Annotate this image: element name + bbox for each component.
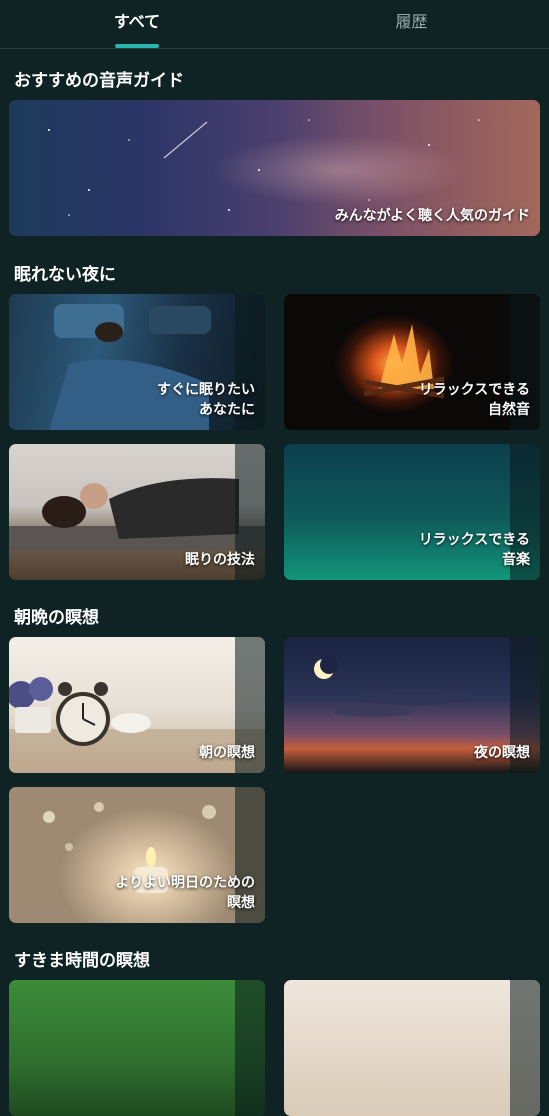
- card-better-tomorrow-meditation[interactable]: よりよい明日のための 瞑想: [9, 787, 265, 923]
- card-nature-sounds[interactable]: リラックスできる 自然音: [284, 294, 540, 430]
- tab-history[interactable]: 履歴: [274, 0, 549, 48]
- card-evening-meditation[interactable]: 夜の瞑想: [284, 637, 540, 773]
- section-title-sleepless: 眠れない夜に: [14, 265, 116, 285]
- card-room[interactable]: [284, 980, 540, 1116]
- card-edge: [235, 980, 265, 1116]
- card-label: リラックスできる 音楽: [418, 532, 530, 568]
- tab-bar: すべて 履歴: [0, 0, 549, 49]
- card-label: リラックスできる 自然音: [418, 382, 530, 418]
- card-forest[interactable]: [9, 980, 265, 1116]
- section-title-short: すきま時間の瞑想: [14, 951, 150, 971]
- card-label: 夜の瞑想: [474, 745, 530, 761]
- active-tab-indicator: [115, 44, 159, 48]
- section-title-morning-evening: 朝晩の瞑想: [14, 608, 99, 628]
- section-title-recommended: おすすめの音声ガイド: [14, 71, 184, 91]
- popular-guides-banner[interactable]: みんながよく聴く人気のガイド: [9, 100, 540, 236]
- card-label: 眠りの技法: [185, 552, 255, 568]
- card-label: 朝の瞑想: [199, 745, 255, 761]
- card-relaxing-music[interactable]: リラックスできる 音楽: [284, 444, 540, 580]
- card-label: よりよい明日のための 瞑想: [115, 875, 255, 911]
- card-morning-meditation[interactable]: 朝の瞑想: [9, 637, 265, 773]
- tab-all[interactable]: すべて: [0, 0, 274, 48]
- banner-label: みんながよく聴く人気のガイド: [334, 208, 530, 224]
- card-sleep-techniques[interactable]: 眠りの技法: [9, 444, 265, 580]
- card-edge: [510, 980, 540, 1116]
- card-sleep-now[interactable]: すぐに眠りたい あなたに: [9, 294, 265, 430]
- card-label: すぐに眠りたい あなたに: [157, 382, 255, 418]
